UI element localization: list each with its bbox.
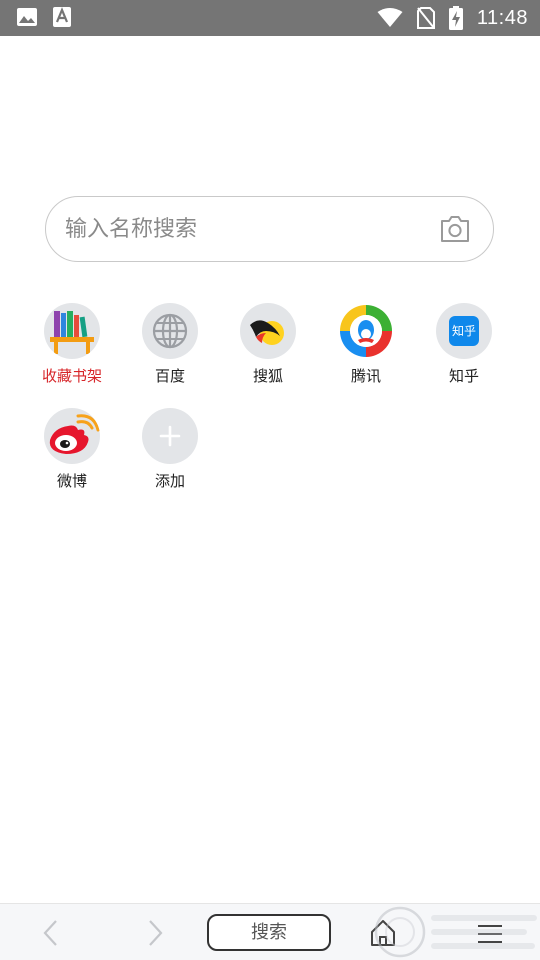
search-button[interactable]: 搜索 — [207, 914, 331, 951]
camera-icon[interactable] — [439, 214, 471, 244]
site-sohu[interactable]: 搜狐 — [219, 303, 317, 386]
image-notification-icon — [16, 7, 38, 27]
site-baidu[interactable]: 百度 — [121, 303, 219, 386]
bookshelf-icon — [44, 303, 100, 359]
battery-charging-icon — [448, 6, 463, 30]
forward-arrow-icon[interactable] — [144, 919, 166, 951]
clock: 11:48 — [476, 6, 528, 29]
site-label: 收藏书架 — [41, 367, 102, 385]
font-notification-icon — [52, 6, 72, 28]
status-bar: 11:48 — [0, 0, 540, 36]
tencent-penguin-icon — [338, 303, 394, 359]
globe-icon — [142, 303, 198, 359]
zhihu-icon: 知乎 — [436, 303, 492, 359]
site-label: 搜狐 — [252, 367, 283, 385]
watermark-logo — [374, 904, 540, 960]
site-label: 知乎 — [448, 367, 479, 385]
back-arrow-icon[interactable] — [40, 919, 62, 951]
site-tencent[interactable]: 腾讯 — [317, 303, 415, 386]
sohu-fox-icon — [240, 303, 296, 359]
site-label: 腾讯 — [350, 367, 381, 385]
site-add[interactable]: 添加 — [121, 408, 219, 491]
site-weibo[interactable]: 微博 — [23, 408, 121, 491]
no-sim-icon — [416, 7, 435, 29]
site-label: 百度 — [154, 367, 185, 385]
plus-icon — [142, 408, 198, 464]
wifi-icon — [377, 8, 403, 28]
search-bar — [45, 196, 494, 262]
search-input[interactable] — [65, 211, 425, 247]
site-zhihu[interactable]: 知乎 知乎 — [415, 303, 513, 386]
site-label: 添加 — [154, 472, 185, 490]
site-label: 微博 — [56, 472, 87, 490]
weibo-icon — [44, 408, 100, 464]
site-bookshelf[interactable]: 收藏书架 — [23, 303, 121, 386]
zhihu-badge: 知乎 — [449, 316, 479, 346]
